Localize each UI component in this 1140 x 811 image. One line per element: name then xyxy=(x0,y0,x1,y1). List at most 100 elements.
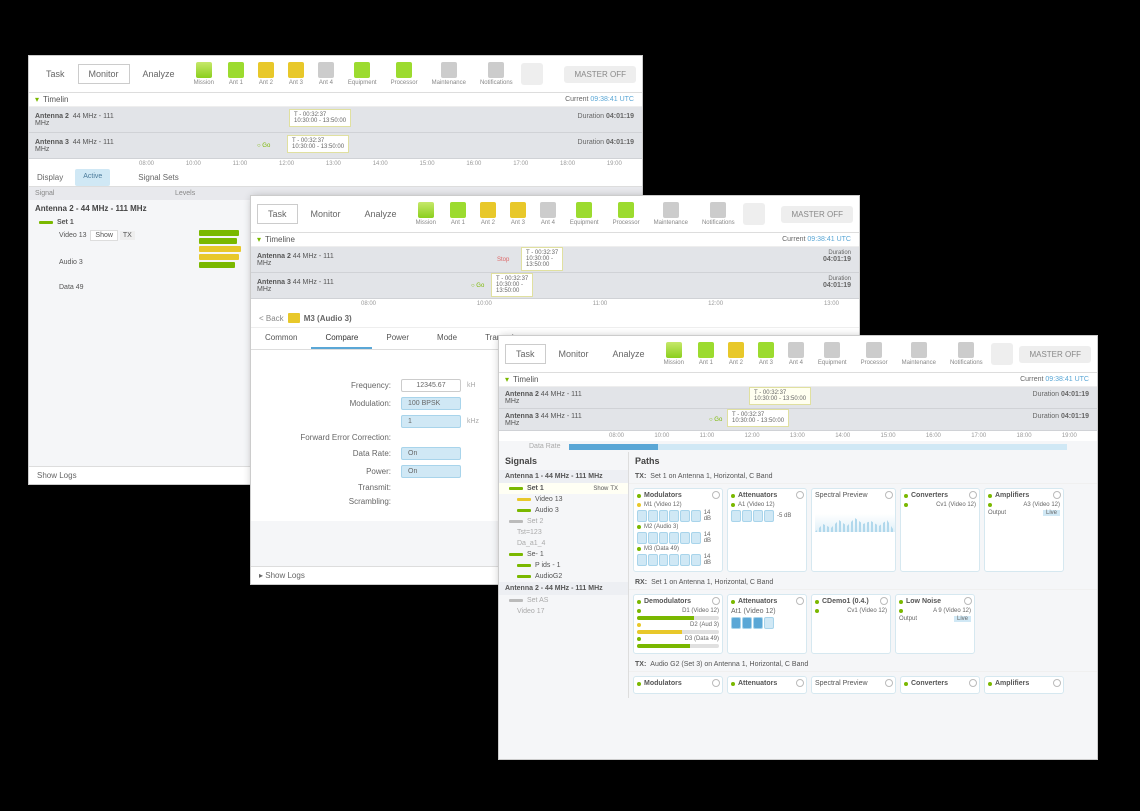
gear-icon-12[interactable] xyxy=(885,679,893,687)
video13-w3[interactable]: Video 13 xyxy=(499,494,628,505)
ant1-icon-2[interactable]: Ant 1 xyxy=(444,200,472,228)
daa14[interactable]: Da_a1_4 xyxy=(499,538,628,549)
ant2-icon[interactable]: Ant 2 xyxy=(252,60,280,88)
power-select[interactable]: On xyxy=(401,465,461,478)
audio3-w3[interactable]: Audio 3 xyxy=(499,505,628,516)
task-tab-3[interactable]: Task xyxy=(505,344,546,364)
notifications-icon-2[interactable]: Notifications xyxy=(696,200,741,228)
monitor-tab-2[interactable]: Monitor xyxy=(300,204,352,224)
toolbar-2: Task Monitor Analyze Mission Ant 1 Ant 2… xyxy=(251,196,859,233)
signals-panel: Signals Antenna 1 - 44 MHz - 111 MHz Set… xyxy=(499,452,629,698)
ant4-icon-3[interactable]: Ant 4 xyxy=(782,340,810,368)
ant1-icon-3[interactable]: Ant 1 xyxy=(692,340,720,368)
gear-icon-3[interactable] xyxy=(885,491,893,499)
analyze-tab-2[interactable]: Analyze xyxy=(354,204,408,224)
frequency-input[interactable]: 12345.67 xyxy=(401,379,461,392)
signals-title: Signals xyxy=(499,452,628,470)
active-filter[interactable]: Active xyxy=(75,169,110,186)
data49-row[interactable]: Data 49 xyxy=(29,282,199,293)
tst123[interactable]: Tst=123 xyxy=(499,527,628,538)
gear-icon-5[interactable] xyxy=(1053,491,1061,499)
slot-row-1[interactable]: 14 dB xyxy=(637,510,719,522)
mode-tab[interactable]: Mode xyxy=(423,328,471,349)
processor-icon-3[interactable]: Processor xyxy=(855,340,894,368)
slot-row-2[interactable]: 14 dB xyxy=(637,532,719,544)
timeline-label: Timelin xyxy=(43,95,68,104)
audio3-row[interactable]: Audio 3 xyxy=(29,257,199,268)
collapse-icon-3[interactable]: ▾ xyxy=(505,375,509,384)
maintenance-icon[interactable]: Maintenance xyxy=(426,60,472,88)
show-button[interactable]: Show xyxy=(90,230,118,241)
ant3-icon[interactable]: Ant 3 xyxy=(282,60,310,88)
equipment-icon[interactable]: Equipment xyxy=(342,60,383,88)
atn-slot-row[interactable]: -5 dB xyxy=(731,510,803,522)
video13-row[interactable]: Video 13 Show TX xyxy=(29,228,199,243)
gear-icon-2[interactable] xyxy=(796,491,804,499)
ant3-icon-2[interactable]: Ant 3 xyxy=(504,200,532,228)
compare-tab[interactable]: Compare xyxy=(311,328,372,349)
video17[interactable]: Video 17 xyxy=(499,606,628,617)
master-off-2[interactable]: MASTER OFF xyxy=(781,206,853,223)
collapse-icon[interactable]: ▾ xyxy=(35,95,39,104)
analyze-tab-3[interactable]: Analyze xyxy=(602,344,656,364)
stop-marker: Stop xyxy=(497,257,509,263)
ant3-icon-3[interactable]: Ant 3 xyxy=(752,340,780,368)
power-tab[interactable]: Power xyxy=(372,328,423,349)
notifications-icon[interactable]: Notifications xyxy=(474,60,519,88)
utc-info: Current 09:38:41 UTC xyxy=(565,96,634,103)
spectral-chart xyxy=(815,502,895,532)
se1[interactable]: Se- 1 xyxy=(499,549,628,560)
set1-w3[interactable]: Set 1Show TX xyxy=(499,483,628,494)
monitor-tab-3[interactable]: Monitor xyxy=(548,344,600,364)
set2-w3[interactable]: Set 2 xyxy=(499,516,628,527)
collapse-icon-2[interactable]: ▾ xyxy=(257,235,261,244)
monitor-tab[interactable]: Monitor xyxy=(78,64,130,84)
timeline-ant2-w3: Antenna 2 44 MHz - 111 MHz T - 00:32:371… xyxy=(499,387,1097,409)
rx-slot-row[interactable] xyxy=(731,617,803,629)
gear-icon[interactable] xyxy=(712,491,720,499)
master-off-3[interactable]: MASTER OFF xyxy=(1019,346,1091,363)
gear-icon-13[interactable] xyxy=(969,679,977,687)
ant2-icon-3[interactable]: Ant 2 xyxy=(722,340,750,368)
ant1-icon[interactable]: Ant 1 xyxy=(222,60,250,88)
ant4-icon-2[interactable]: Ant 4 xyxy=(534,200,562,228)
common-tab[interactable]: Common xyxy=(251,328,311,349)
equipment-icon-2[interactable]: Equipment xyxy=(564,200,605,228)
gear-icon-7[interactable] xyxy=(796,597,804,605)
gear-icon-10[interactable] xyxy=(712,679,720,687)
back-button[interactable]: < Back xyxy=(259,314,284,323)
rx1-panels: Demodulators D1 (Video 12) D2 (Aud 3) D3… xyxy=(629,590,1097,658)
audiog2[interactable]: AudioG2 xyxy=(499,571,628,582)
ant4-icon[interactable]: Ant 4 xyxy=(312,60,340,88)
datarate-select[interactable]: On xyxy=(401,447,461,460)
notifications-icon-3[interactable]: Notifications xyxy=(944,340,989,368)
timeline-ant2: Antenna 2 44 MHz - 111 MHz T - 00:32:371… xyxy=(29,107,642,133)
setas[interactable]: Set AS xyxy=(499,595,628,606)
gear-icon-6[interactable] xyxy=(712,597,720,605)
gear-icon-9[interactable] xyxy=(964,597,972,605)
modulation-select-2[interactable]: 1 xyxy=(401,415,461,428)
output-select[interactable]: Live xyxy=(1043,510,1060,516)
slot-row-3[interactable]: 14 dB xyxy=(637,554,719,566)
mission-icon-2[interactable]: Mission xyxy=(410,200,442,228)
maintenance-icon-3[interactable]: Maintenance xyxy=(896,340,942,368)
modulation-select-1[interactable]: 100 BPSK xyxy=(401,397,461,410)
maintenance-icon-2[interactable]: Maintenance xyxy=(648,200,694,228)
task-tab[interactable]: Task xyxy=(35,64,76,84)
mission-icon[interactable]: Mission xyxy=(188,60,220,88)
go-marker-2: ○ Go xyxy=(471,283,484,289)
output-select-2[interactable]: Live xyxy=(954,616,971,622)
gear-icon-8[interactable] xyxy=(880,597,888,605)
gear-icon-4[interactable] xyxy=(969,491,977,499)
pids1[interactable]: P ids - 1 xyxy=(499,560,628,571)
mission-icon-3[interactable]: Mission xyxy=(658,340,690,368)
task-tab-2[interactable]: Task xyxy=(257,204,298,224)
ant2-icon-2[interactable]: Ant 2 xyxy=(474,200,502,228)
analyze-tab[interactable]: Analyze xyxy=(132,64,186,84)
master-off-button[interactable]: MASTER OFF xyxy=(564,66,636,83)
equipment-icon-3[interactable]: Equipment xyxy=(812,340,853,368)
processor-icon-2[interactable]: Processor xyxy=(607,200,646,228)
processor-icon[interactable]: Processor xyxy=(385,60,424,88)
gear-icon-11[interactable] xyxy=(796,679,804,687)
gear-icon-14[interactable] xyxy=(1053,679,1061,687)
